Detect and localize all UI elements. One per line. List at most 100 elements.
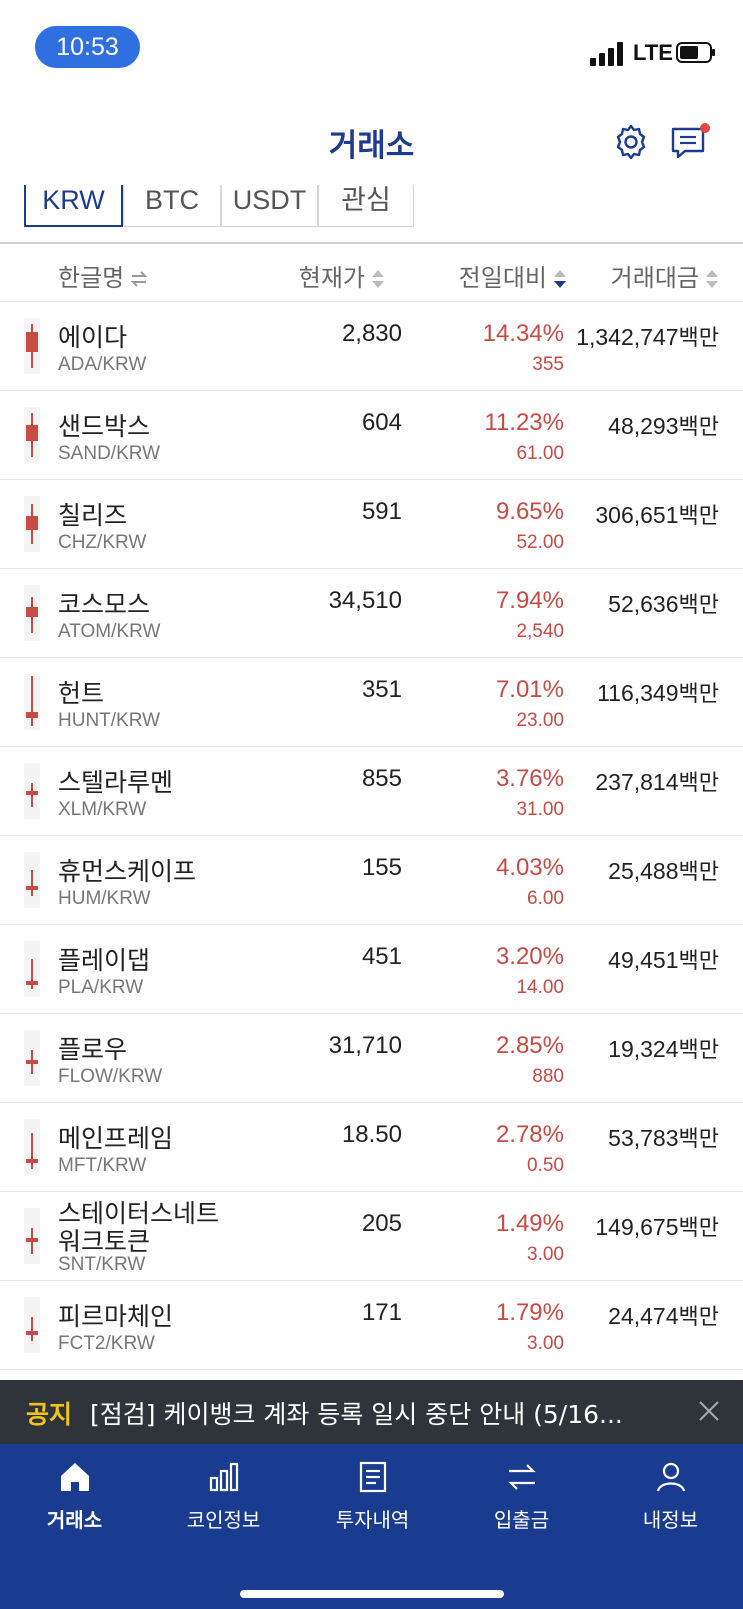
coin-row[interactable]: 플로우 FLOW/KRW 31,710 2.85% 880 19,324백만 [0, 1014, 743, 1103]
coin-row[interactable]: 헌트 HUNT/KRW 351 7.01% 23.00 116,349백만 [0, 658, 743, 747]
column-change[interactable]: 전일대비 [459, 258, 567, 293]
change-amount: 3.00 [527, 1333, 564, 1354]
trade-volume: 19,324백만 [608, 1032, 719, 1064]
chat-notification-icon[interactable] [670, 122, 712, 162]
notice-label: 공지 [26, 1400, 73, 1429]
network-type: LTE [633, 40, 673, 65]
coin-row[interactable]: 메인프레임 MFT/KRW 18.50 2.78% 0.50 53,783백만 [0, 1103, 743, 1192]
status-time[interactable]: 10:53 [35, 26, 140, 68]
home-icon [61, 1463, 89, 1491]
candle-icon [26, 1228, 38, 1254]
notice-banner[interactable]: 공지 [점검] 케이뱅크 계좌 등록 일시 중단 안내 (5/16... [0, 1380, 743, 1444]
volume-unit: 백만 [678, 1127, 719, 1152]
change-percent: 1.49% [495, 1210, 564, 1237]
coin-name: 에이다 [58, 323, 128, 352]
coin-row[interactable]: 에이다 ADA/KRW 2,830 14.34% 355 1,342,747백만 [0, 302, 743, 391]
change-amount: 52.00 [516, 532, 564, 553]
volume-unit: 백만 [678, 949, 719, 974]
coin-name: 칠리즈 [58, 501, 128, 530]
transfer-icon [508, 1464, 536, 1490]
status-bar: 10:53 LTE [0, 0, 743, 95]
volume-value: 306,651 [595, 502, 679, 528]
sort-desc-icon [554, 270, 566, 288]
notice-text[interactable]: [점검] 케이뱅크 계좌 등록 일시 중단 안내 (5/16... [90, 1395, 650, 1431]
coin-row[interactable]: 코스모스 ATOM/KRW 34,510 7.94% 2,540 52,636백만 [0, 569, 743, 658]
current-price: 155 [361, 854, 402, 881]
change-percent: 3.20% [495, 943, 564, 970]
trade-volume: 1,342,747백만 [576, 320, 719, 352]
coin-symbol: ADA/KRW [58, 354, 147, 375]
change-amount: 23.00 [516, 710, 564, 731]
volume-value: 1,342,747 [576, 324, 679, 350]
change-percent: 2.78% [495, 1121, 564, 1148]
current-price: 351 [361, 676, 402, 703]
coin-row[interactable]: 휴먼스케이프 HUM/KRW 155 4.03% 6.00 25,488백만 [0, 836, 743, 925]
nav-label: 투자내역 [335, 1508, 410, 1532]
home-indicator[interactable] [240, 1590, 504, 1598]
volume-unit: 백만 [678, 415, 719, 440]
volume-unit: 백만 [678, 771, 719, 796]
coin-name: 헌트 [58, 679, 105, 708]
tab-btc[interactable]: BTC [123, 185, 221, 227]
close-icon[interactable] [698, 1400, 720, 1422]
coin-row[interactable]: 스테이터스네트 워크토큰 SNT/KRW 205 1.49% 3.00 149,675백만 [0, 1192, 743, 1281]
candle-icon [26, 870, 38, 896]
column-volume[interactable]: 거래대금 [611, 258, 719, 293]
column-price[interactable]: 현재가 [299, 258, 385, 293]
coin-symbol: MFT/KRW [58, 1155, 147, 1176]
volume-unit: 백만 [678, 326, 719, 351]
nav-coin-info[interactable]: 코인정보 [149, 1444, 298, 1544]
current-price: 31,710 [328, 1032, 402, 1059]
coin-row[interactable]: 스텔라루멘 XLM/KRW 855 3.76% 31.00 237,814백만 [0, 747, 743, 836]
trade-volume: 48,293백만 [608, 409, 719, 441]
volume-value: 149,675 [595, 1214, 679, 1240]
change-amount: 880 [532, 1066, 564, 1087]
coin-symbol: FCT2/KRW [58, 1333, 155, 1354]
volume-value: 25,488 [608, 858, 679, 884]
current-price: 171 [361, 1299, 402, 1326]
coin-symbol: PLA/KRW [58, 977, 144, 998]
coin-row[interactable]: 샌드박스 SAND/KRW 604 11.23% 61.00 48,293백만 [0, 391, 743, 480]
nav-exchange[interactable]: 거래소 [0, 1444, 149, 1544]
change-percent: 1.79% [495, 1299, 564, 1326]
current-price: 205 [361, 1210, 402, 1237]
volume-value: 19,324 [608, 1036, 679, 1062]
nav-my-info[interactable]: 내정보 [596, 1444, 743, 1544]
candle-icon [26, 597, 38, 633]
candle-icon [26, 1050, 38, 1074]
volume-value: 237,814 [595, 769, 679, 795]
nav-label: 코인정보 [186, 1508, 261, 1532]
change-percent: 4.03% [495, 854, 564, 881]
current-price: 34,510 [328, 587, 402, 614]
candle-icon [26, 783, 38, 807]
coin-symbol: ATOM/KRW [58, 621, 161, 642]
change-amount: 61.00 [516, 443, 564, 464]
tab-favorites[interactable]: 관심 [318, 185, 414, 227]
candle-icon [26, 1317, 38, 1341]
candle-icon [26, 959, 38, 989]
coin-row[interactable]: 칠리즈 CHZ/KRW 591 9.65% 52.00 306,651백만 [0, 480, 743, 569]
coin-row[interactable]: 플레이댑 PLA/KRW 451 3.20% 14.00 49,451백만 [0, 925, 743, 1014]
tab-krw[interactable]: KRW [24, 185, 123, 227]
coin-name: 플로우 [58, 1035, 128, 1064]
gear-icon[interactable] [612, 123, 650, 161]
nav-deposit-withdraw[interactable]: 입출금 [447, 1444, 596, 1544]
document-icon [359, 1461, 387, 1493]
current-price: 604 [361, 409, 402, 436]
nav-investments[interactable]: 투자내역 [298, 1444, 447, 1544]
candle-icon [26, 504, 38, 544]
column-name[interactable]: 한글명 [58, 258, 148, 293]
bottom-navigation: 거래소 코인정보 투자내역 입출금 내정보 [0, 1444, 743, 1609]
volume-unit: 백만 [678, 860, 719, 885]
coin-name: 스텔라루멘 [58, 768, 174, 797]
coin-row[interactable]: 피르마체인 FCT2/KRW 171 1.79% 3.00 24,474백만 [0, 1281, 743, 1370]
sort-icon [372, 270, 384, 288]
volume-unit: 백만 [678, 682, 719, 707]
change-amount: 3.00 [527, 1244, 564, 1265]
volume-unit: 백만 [678, 1305, 719, 1330]
tab-usdt[interactable]: USDT [221, 185, 318, 227]
volume-value: 24,474 [608, 1303, 679, 1329]
trade-volume: 25,488백만 [608, 854, 719, 886]
bar-chart-icon [209, 1462, 239, 1492]
change-percent: 2.85% [495, 1032, 564, 1059]
